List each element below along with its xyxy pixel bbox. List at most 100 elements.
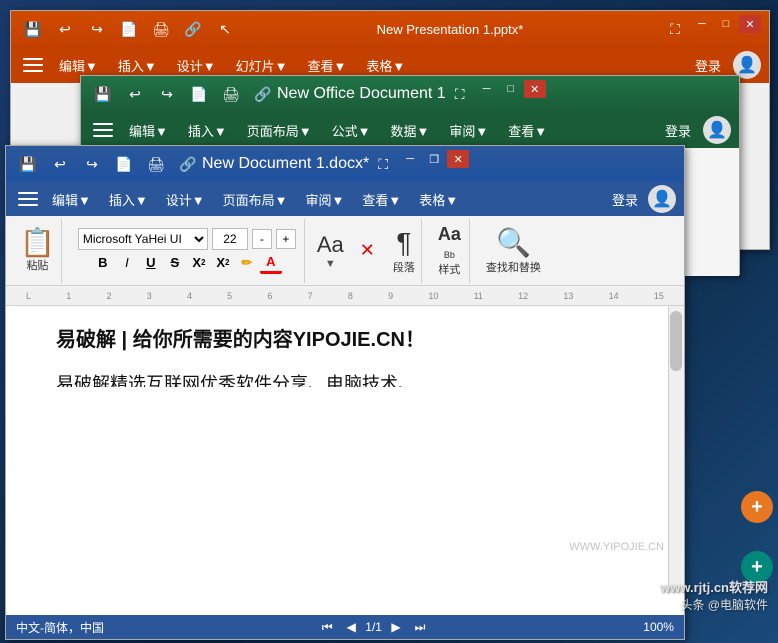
page-prev-button[interactable]: ◀ (341, 619, 361, 635)
excel-menu-edit[interactable]: 编辑▼ (121, 117, 176, 144)
word-undo-icon[interactable]: ↩ (46, 150, 74, 178)
ppt-fullscreen-icon[interactable]: ⛶ (661, 15, 689, 43)
paste-icon: 📋 (20, 229, 55, 257)
ppt-redo-icon[interactable]: ↪ (83, 15, 111, 43)
bold-button[interactable]: B (92, 252, 114, 274)
excel-menu-layout[interactable]: 页面布局▼ (239, 117, 320, 144)
excel-redo-icon[interactable]: ↪ (153, 80, 181, 108)
paragraph-icon[interactable]: ¶ (396, 227, 411, 259)
ppt-new-icon[interactable]: 📄 (115, 15, 143, 43)
highlight-button[interactable]: ✏ (236, 252, 258, 274)
word-menu-table[interactable]: 表格▼ (411, 186, 466, 213)
word-restore-button[interactable]: ❐ (423, 150, 445, 168)
excel-menubar: 编辑▼ 插入▼ 页面布局▼ 公式▼ 数据▼ 审阅▼ 查看▼ 登录 👤 (81, 112, 739, 148)
word-login-button[interactable]: 登录 (604, 186, 646, 213)
word-minimize-button[interactable]: ─ (399, 150, 421, 168)
ppt-share-icon[interactable]: 🔗 (179, 15, 207, 43)
ppt-title: New Presentation 1.pptx* (239, 22, 661, 37)
status-zoom: 100% (643, 620, 674, 634)
word-menu-layout[interactable]: 页面布局▼ (215, 186, 296, 213)
font-size-input[interactable]: 22 (212, 228, 248, 250)
word-menu-view[interactable]: 查看▼ (354, 186, 409, 213)
excel-undo-icon[interactable]: ↩ (121, 80, 149, 108)
excel-avatar[interactable]: 👤 (703, 116, 731, 144)
paragraph-label: 段落 (393, 259, 415, 275)
hamburger-line (18, 204, 38, 206)
excel-fullscreen-icon[interactable]: ⛶ (446, 80, 474, 108)
underline-button[interactable]: U (140, 252, 162, 274)
word-share-icon[interactable]: 🔗 (174, 150, 202, 178)
clear-format-button[interactable]: ✕ (356, 236, 379, 265)
hamburger-line (93, 135, 113, 137)
page-first-button[interactable]: ⏮ (317, 619, 337, 635)
doc-body: 易破解精选互联网优秀软件分享、电脑技术、 经验教程、SEO网站优化教程、IT科技… (56, 370, 644, 387)
excel-minimize-button[interactable]: ─ (476, 80, 498, 98)
ppt-cursor-icon: ↖ (211, 15, 239, 43)
word-quickaccess: 💾 ↩ ↪ 📄 🖨 🔗 (14, 150, 202, 178)
hamburger-line (18, 198, 38, 200)
excel-menu-review[interactable]: 审阅▼ (441, 117, 496, 144)
excel-menu-view[interactable]: 查看▼ (500, 117, 555, 144)
hamburger-line (23, 58, 43, 60)
ppt-save-icon[interactable]: 💾 (19, 15, 47, 43)
word-close-button[interactable]: ✕ (447, 150, 469, 168)
italic-button[interactable]: I (116, 252, 138, 274)
word-hamburger-button[interactable] (14, 185, 42, 213)
excel-login-button[interactable]: 登录 (657, 117, 699, 144)
orange-fab-button[interactable]: + (741, 491, 773, 523)
paragraph-section: ¶ 段落 (387, 219, 422, 283)
ppt-undo-icon[interactable]: ↩ (51, 15, 79, 43)
decrease-font-button[interactable]: - (252, 229, 272, 249)
word-fullscreen-icon[interactable]: ⛶ (369, 150, 397, 178)
word-title: New Document 1.docx* (202, 155, 369, 173)
word-save-icon[interactable]: 💾 (14, 150, 42, 178)
excel-win-controls: ⛶ ─ □ ✕ (446, 80, 546, 108)
word-statusbar: 中文-简体，中国 ⏮ ◀ 1/1 ▶ ⏭ 100% (6, 615, 684, 639)
scrollbar-track[interactable] (668, 306, 684, 593)
word-titlebar: 💾 ↩ ↪ 📄 🖨 🔗 New Document 1.docx* ⛶ ─ ❐ ✕ (6, 146, 684, 182)
ppt-hamburger-button[interactable] (19, 51, 47, 79)
excel-menu-insert[interactable]: 插入▼ (180, 117, 235, 144)
ppt-maximize-button[interactable]: □ (715, 15, 737, 33)
watermark-line1: www.rjtj.cn软荐网 (660, 577, 768, 596)
scrollbar-thumb[interactable] (670, 311, 682, 371)
subscript-button[interactable]: X2 (188, 252, 210, 274)
ppt-print-icon[interactable]: 🖨 (147, 15, 175, 43)
word-menu-review[interactable]: 审阅▼ (298, 186, 353, 213)
word-document[interactable]: 易破解 | 给你所需要的内容YIPOJIE.CN！ 易破解精选互联网优秀软件分享… (6, 306, 684, 387)
excel-new-icon[interactable]: 📄 (185, 80, 213, 108)
word-new-icon[interactable]: 📄 (110, 150, 138, 178)
word-print-icon[interactable]: 🖨 (142, 150, 170, 178)
style-item-aa[interactable]: Aa Bb (438, 224, 461, 261)
excel-print-icon[interactable]: 🖨 (217, 80, 245, 108)
hamburger-line (93, 129, 113, 131)
page-last-button[interactable]: ⏭ (410, 619, 430, 635)
excel-hamburger-button[interactable] (89, 116, 117, 144)
word-win-controls: ⛶ ─ ❐ ✕ (369, 150, 469, 178)
word-menu-design[interactable]: 设计▼ (158, 186, 213, 213)
ppt-close-button[interactable]: ✕ (739, 15, 761, 33)
paste-button[interactable]: 📋 粘贴 (14, 219, 62, 283)
word-redo-icon[interactable]: ↪ (78, 150, 106, 178)
excel-menu-data[interactable]: 数据▼ (383, 117, 438, 144)
increase-font-button[interactable]: + (276, 229, 296, 249)
aa-dropdown-button[interactable]: Aa ▼ (313, 228, 348, 274)
excel-save-icon[interactable]: 💾 (89, 80, 117, 108)
excel-menu-formula[interactable]: 公式▼ (324, 117, 379, 144)
font-name-select[interactable]: Microsoft YaHei UI (78, 228, 208, 250)
superscript-button[interactable]: X2 (212, 252, 234, 274)
excel-share-icon[interactable]: 🔗 (249, 80, 277, 108)
strikethrough-button[interactable]: S (164, 252, 186, 274)
excel-close-button[interactable]: ✕ (524, 80, 546, 98)
word-avatar[interactable]: 👤 (648, 185, 676, 213)
styles-section: Aa Bb 样式 (430, 219, 470, 283)
word-menu-edit[interactable]: 编辑▼ (44, 186, 99, 213)
excel-maximize-button[interactable]: □ (500, 80, 522, 98)
find-section[interactable]: 🔍 查找和替换 (478, 219, 549, 283)
ppt-minimize-button[interactable]: ─ (691, 15, 713, 33)
styles-label: 样式 (438, 261, 460, 277)
word-menu-insert[interactable]: 插入▼ (101, 186, 156, 213)
page-next-button[interactable]: ▶ (386, 619, 406, 635)
font-color-button[interactable]: A (260, 252, 282, 274)
hamburger-line (23, 64, 43, 66)
